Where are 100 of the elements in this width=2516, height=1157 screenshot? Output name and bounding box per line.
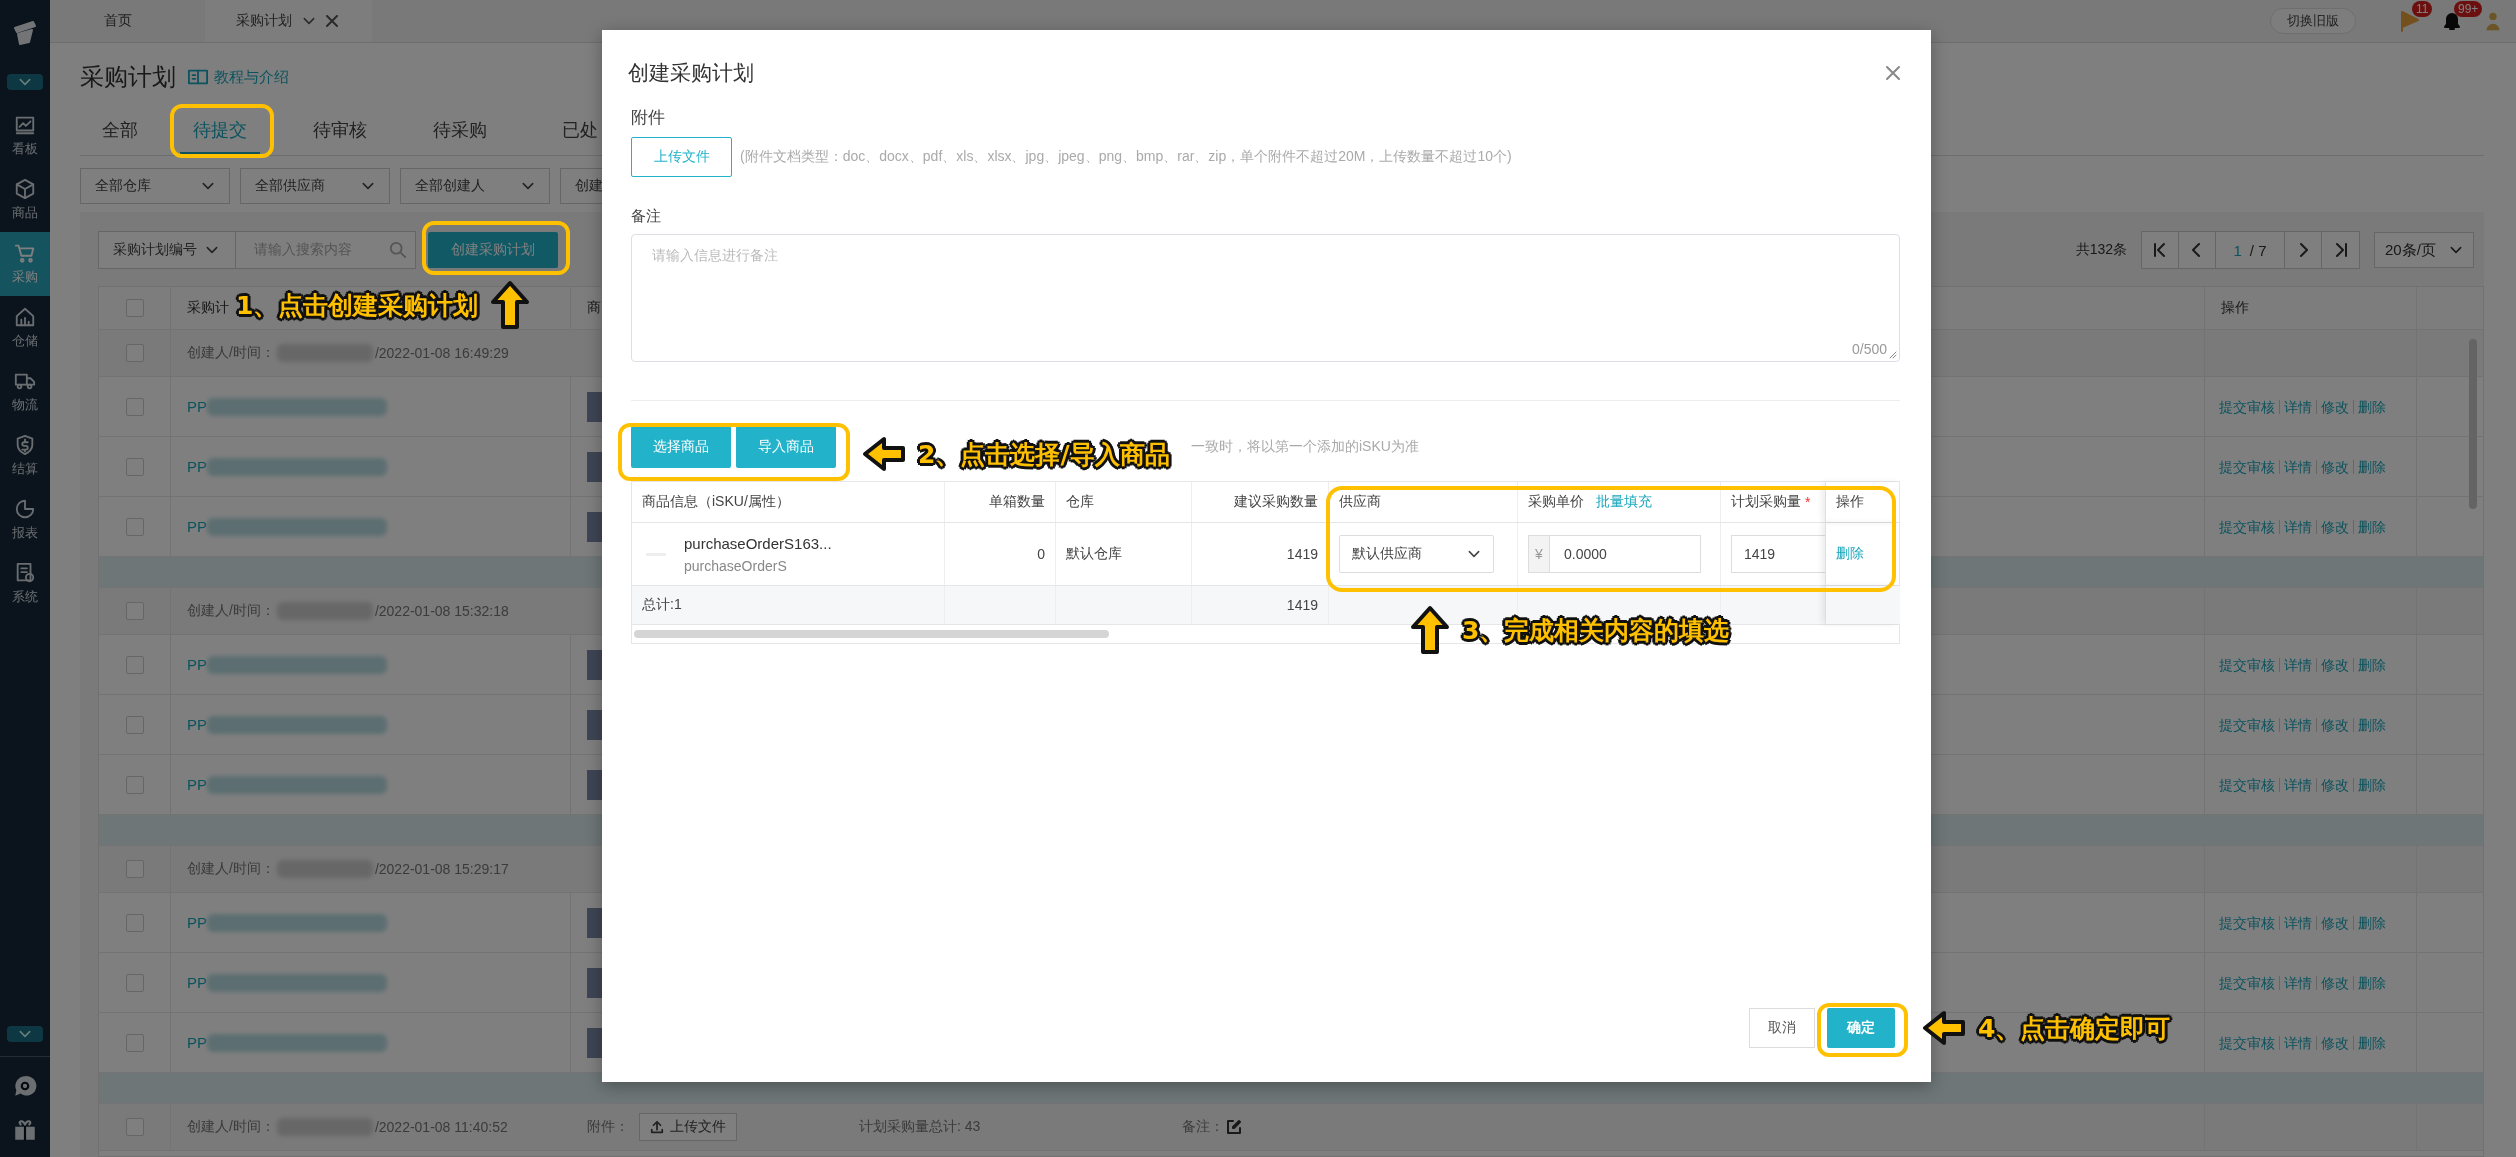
action-link[interactable]: 详情 <box>2279 975 2316 990</box>
upload-button[interactable]: 上传文件 <box>639 1113 737 1141</box>
quantity-field[interactable]: 1419 <box>1731 535 1825 573</box>
action-link[interactable]: 提交审核 <box>2219 519 2279 534</box>
scrollbar-thumb[interactable] <box>634 630 1109 638</box>
action-link[interactable]: 修改 <box>2316 1035 2353 1050</box>
filter-dropdown[interactable]: 全部仓库 <box>80 168 230 204</box>
close-icon[interactable] <box>1885 65 1901 81</box>
action-link[interactable]: 详情 <box>2279 1035 2316 1050</box>
price-field[interactable]: ¥ 0.0000 <box>1528 535 1701 573</box>
status-tab[interactable]: 待审核 <box>280 109 400 155</box>
action-link[interactable]: 提交审核 <box>2219 1035 2279 1050</box>
plan-number-link[interactable]: PP <box>187 398 207 415</box>
plan-number-link[interactable]: PP <box>187 656 207 673</box>
action-link[interactable]: 删除 <box>2353 777 2390 792</box>
confirm-button[interactable]: 确定 <box>1827 1008 1895 1048</box>
filter-dropdown[interactable]: 全部供应商 <box>240 168 390 204</box>
action-link[interactable]: 删除 <box>2353 519 2390 534</box>
action-link[interactable]: 详情 <box>2279 657 2316 672</box>
page-tab[interactable]: 首页 <box>50 0 205 42</box>
action-link[interactable]: 详情 <box>2279 459 2316 474</box>
status-tab[interactable]: 待采购 <box>400 109 520 155</box>
cancel-button[interactable]: 取消 <box>1749 1008 1815 1048</box>
checkbox[interactable] <box>125 913 144 932</box>
action-link[interactable]: 详情 <box>2279 519 2316 534</box>
action-link[interactable]: 提交审核 <box>2219 915 2279 930</box>
delete-link[interactable]: 删除 <box>1836 545 1864 563</box>
action-link[interactable]: 删除 <box>2353 975 2390 990</box>
checkbox[interactable] <box>125 457 144 476</box>
action-link[interactable]: 提交审核 <box>2219 657 2279 672</box>
checkbox[interactable] <box>125 860 144 878</box>
action-link[interactable]: 详情 <box>2279 717 2316 732</box>
sidebar-item[interactable]: 采购 <box>0 232 50 296</box>
checkbox[interactable] <box>125 1118 144 1136</box>
sidebar-item[interactable]: 商品 <box>0 168 50 232</box>
action-link[interactable]: 删除 <box>2353 717 2390 732</box>
action-link[interactable]: 删除 <box>2353 915 2390 930</box>
checkbox[interactable] <box>125 1033 144 1052</box>
action-link[interactable]: 提交审核 <box>2219 459 2279 474</box>
checkbox[interactable] <box>125 655 144 674</box>
collapse-button[interactable] <box>7 74 43 90</box>
plan-number-link[interactable]: PP <box>187 914 207 931</box>
remark-field[interactable]: 请输入信息进行备注 0/500 <box>631 234 1900 362</box>
help-link[interactable]: 教程与介绍 <box>188 67 289 87</box>
checkbox[interactable] <box>125 973 144 992</box>
create-plan-button[interactable]: 创建采购计划 <box>428 232 558 268</box>
product-button[interactable]: 导入商品 <box>736 426 836 468</box>
plan-number-link[interactable]: PP <box>187 1034 207 1051</box>
checkbox[interactable] <box>125 344 144 362</box>
action-link[interactable]: 修改 <box>2316 459 2353 474</box>
plan-number-link[interactable]: PP <box>187 716 207 733</box>
action-link[interactable]: 修改 <box>2316 657 2353 672</box>
checkbox[interactable] <box>125 775 144 794</box>
action-link[interactable]: 删除 <box>2353 459 2390 474</box>
action-link[interactable]: 修改 <box>2316 717 2353 732</box>
sidebar-item[interactable]: 结算 <box>0 424 50 488</box>
checkbox[interactable] <box>125 602 144 620</box>
plan-number-link[interactable]: PP <box>187 776 207 793</box>
upload-button[interactable]: 上传文件 <box>631 137 732 177</box>
action-link[interactable]: 详情 <box>2279 777 2316 792</box>
filter-dropdown[interactable]: 全部创建人 <box>400 168 550 204</box>
sidebar-item[interactable]: 物流 <box>0 360 50 424</box>
action-link[interactable]: 修改 <box>2316 399 2353 414</box>
action-link[interactable]: 提交审核 <box>2219 399 2279 414</box>
action-link[interactable]: 修改 <box>2316 915 2353 930</box>
gift-icon[interactable] <box>12 1117 38 1143</box>
plan-number-link[interactable]: PP <box>187 974 207 991</box>
action-link[interactable]: 删除 <box>2353 399 2390 414</box>
action-link[interactable]: 详情 <box>2279 915 2316 930</box>
scrollbar-thumb[interactable] <box>2469 339 2477 509</box>
sidebar-item[interactable]: 看板 <box>0 104 50 168</box>
action-link[interactable]: 详情 <box>2279 399 2316 414</box>
status-tab[interactable]: 待提交 <box>180 109 260 155</box>
edit-icon[interactable] <box>1226 1119 1243 1135</box>
checkbox[interactable] <box>125 299 144 317</box>
chat-icon[interactable] <box>12 1073 38 1099</box>
page-tab[interactable]: 采购计划 <box>205 0 372 42</box>
supplier-dropdown[interactable]: 默认供应商 <box>1339 535 1494 573</box>
page-input[interactable]: 1 <box>2233 241 2242 259</box>
plan-number-link[interactable]: PP <box>187 458 207 475</box>
sidebar-item[interactable]: 仓储 <box>0 296 50 360</box>
action-link[interactable]: 删除 <box>2353 1035 2390 1050</box>
action-link[interactable]: 提交审核 <box>2219 717 2279 732</box>
bulk-fill-link[interactable]: 批量填充 <box>1596 493 1652 511</box>
checkbox[interactable] <box>125 397 144 416</box>
action-link[interactable]: 提交审核 <box>2219 975 2279 990</box>
close-icon[interactable] <box>326 15 338 27</box>
sidebar-item[interactable]: 系统 <box>0 552 50 616</box>
action-link[interactable]: 修改 <box>2316 975 2353 990</box>
expand-button[interactable] <box>7 1026 43 1042</box>
checkbox[interactable] <box>125 517 144 536</box>
status-tab[interactable]: 全部 <box>80 109 160 155</box>
action-link[interactable]: 删除 <box>2353 657 2390 672</box>
product-button[interactable]: 选择商品 <box>631 426 731 468</box>
action-link[interactable]: 提交审核 <box>2219 777 2279 792</box>
sidebar-item[interactable]: 报表 <box>0 488 50 552</box>
switch-version-button[interactable]: 切换旧版 <box>2270 8 2356 34</box>
page-size-dropdown[interactable]: 20条/页 <box>2374 232 2474 268</box>
plan-number-link[interactable]: PP <box>187 518 207 535</box>
action-link[interactable]: 修改 <box>2316 777 2353 792</box>
